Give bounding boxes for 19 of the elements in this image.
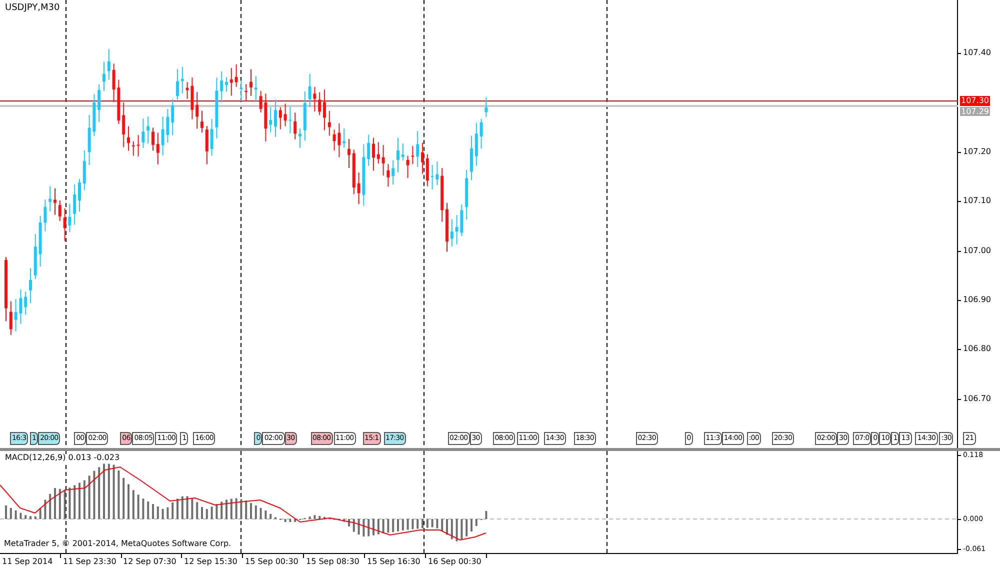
- time-axis-label: 15 Sep 08:30: [306, 558, 360, 566]
- time-axis-label: 12 Sep 07:30: [123, 558, 176, 566]
- price-tick-label: 106.70: [963, 394, 991, 403]
- time-axis-label: 15 Sep 16:30: [367, 558, 420, 566]
- time-axis-label: 11 Sep 2014: [2, 558, 53, 566]
- price-tick-label: 106.80: [963, 345, 991, 354]
- price-tick-label: 106.90: [963, 296, 991, 304]
- time-axis-label: 12 Sep 15:30: [184, 558, 238, 566]
- price-tick-label: 107.20: [963, 148, 991, 156]
- bid-price-label: 107.30: [960, 96, 990, 106]
- price-tick-label: 107.10: [963, 197, 991, 206]
- time-axis-label: 15 Sep 00:30: [245, 558, 298, 566]
- price-tick-label: 107.00: [963, 246, 991, 255]
- ask-price-label: 107.29: [960, 107, 990, 116]
- price-tick-label: 107.40: [963, 49, 991, 57]
- time-axis-label: 11 Sep 23:30: [63, 558, 116, 566]
- symbol-label: USDJPY,M30: [5, 4, 60, 13]
- time-axis-label: 16 Sep 00:30: [428, 558, 482, 566]
- indicator-label: MACD(12,26,9) 0.013 -0.023: [5, 454, 120, 462]
